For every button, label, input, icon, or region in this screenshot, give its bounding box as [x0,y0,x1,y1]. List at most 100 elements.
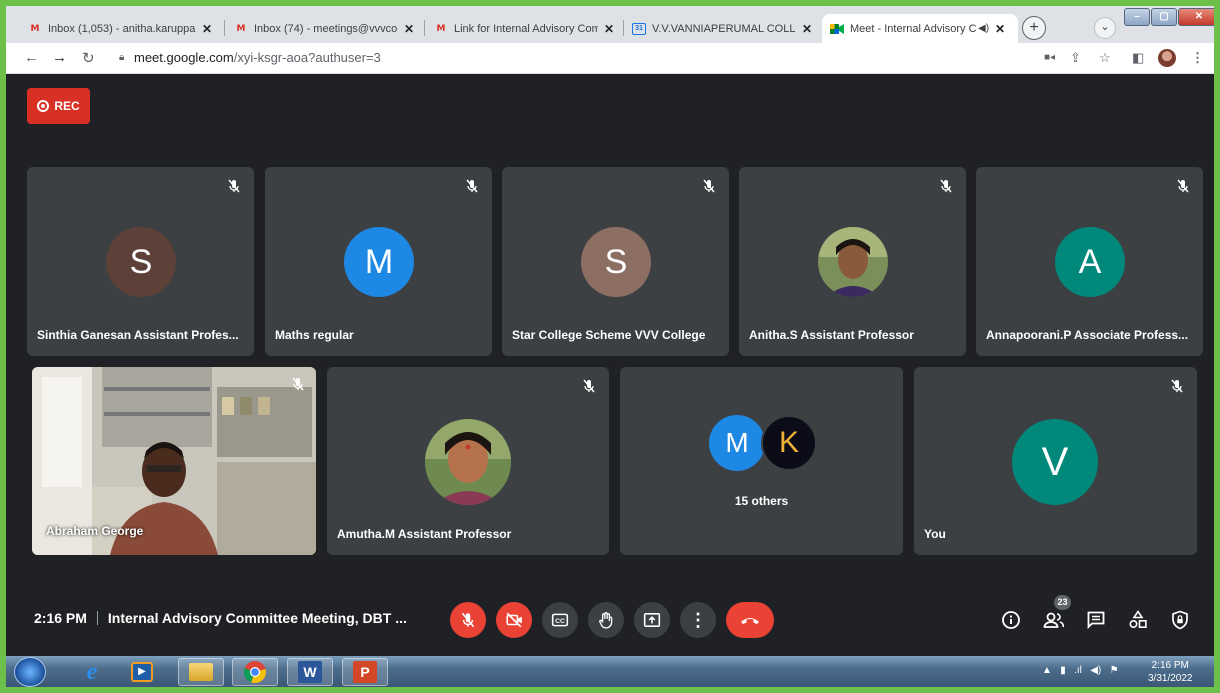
mic-off-icon [228,179,240,193]
camera-toggle-button[interactable] [496,602,532,638]
participant-tile[interactable]: Amutha.M Assistant Professor [327,367,609,555]
participant-tile[interactable]: A Annapoorani.P Associate Profess... [976,167,1203,356]
meeting-details: 2:16 PM Internal Advisory Committee Meeti… [34,610,407,626]
maximize-button[interactable]: ▢ [1151,8,1177,26]
others-tile[interactable]: M K 15 others [620,367,903,555]
close-icon[interactable]: ✕ [404,22,414,36]
close-icon[interactable]: ✕ [604,22,614,36]
mic-off-icon [703,179,715,193]
gmail-icon: M [236,23,246,34]
screen: M Inbox (1,053) - anitha.karuppa ✕ M Inb… [6,6,1214,687]
browser-toolbar: ← → ↻ 🔒︎ meet.google.com/xyi-ksgr-aoa?au… [6,43,1214,74]
reload-icon[interactable]: ↻ [82,49,95,67]
tab-title: Meet - Internal Advisory C [850,22,977,35]
chat-icon [1087,611,1105,630]
action-center-flag-icon[interactable]: ⚑ [1110,665,1119,676]
camera-off-icon [506,612,522,628]
power-icon[interactable]: ▮ [1060,665,1066,676]
meet-icon [830,23,844,35]
tab-meet[interactable]: Meet - Internal Advisory C ◀) ✕ [822,14,1018,43]
camera-icon[interactable]: ■◂ [1044,52,1055,63]
participant-tile[interactable]: M Maths regular [265,167,492,356]
volume-icon[interactable]: ◀) [1090,665,1101,676]
url-host: meet.google.com [134,50,234,65]
avatar: M [709,415,765,471]
mic-off-icon [466,179,478,193]
network-signal-icon[interactable]: .ıl [1074,665,1082,676]
host-controls-button[interactable] [1168,608,1192,632]
present-screen-button[interactable] [634,602,670,638]
captions-button[interactable]: CC [542,602,578,638]
participant-tile[interactable]: Anitha.S Assistant Professor [739,167,966,356]
avatar: M [344,227,414,297]
close-icon[interactable]: ✕ [995,22,1005,36]
people-button[interactable] [1042,608,1066,632]
minimize-button[interactable]: – [1124,8,1150,26]
explorer-icon[interactable] [178,658,224,686]
lock-icon[interactable]: 🔒︎ [119,52,124,63]
tab-inbox-anitha[interactable]: M Inbox (1,053) - anitha.karuppa ✕ [20,14,220,43]
self-tile[interactable]: V You [914,367,1197,555]
chrome-icon[interactable] [232,658,278,686]
more-vert-icon: ⋮ [689,610,707,630]
mic-off-icon [583,379,595,393]
raise-hand-button[interactable] [588,602,624,638]
close-icon[interactable]: ✕ [202,22,212,36]
side-panel-icon[interactable]: ◧ [1132,50,1144,66]
mic-off-icon [1177,179,1189,193]
tab-link-advisory[interactable]: M Link for Internal Advisory Com ✕ [426,14,622,43]
mic-off-icon [461,612,475,628]
new-tab-button[interactable]: + [1022,16,1046,40]
system-tray: ▲ ▮ .ıl ◀) ⚑ [1042,665,1119,676]
tab-title: V.V.VANNIAPERUMAL COLLEG [652,22,796,35]
meeting-info-button[interactable] [999,608,1023,632]
mic-toggle-button[interactable] [450,602,486,638]
close-window-button[interactable]: ✕ [1178,8,1214,26]
media-player-icon[interactable]: ▶ [119,658,165,686]
speaker-icon[interactable]: ◀) [978,23,989,34]
tab-calendar[interactable]: 31 V.V.VANNIAPERUMAL COLLEG ✕ [624,14,820,43]
tab-title: Inbox (1,053) - anitha.karuppa [48,22,196,35]
show-hidden-icons-icon[interactable]: ▲ [1042,665,1052,676]
address-bar[interactable]: meet.google.com/xyi-ksgr-aoa?authuser=3 [134,50,381,65]
profile-avatar[interactable] [1158,49,1176,67]
people-icon [1043,612,1065,628]
participant-name: Amutha.M Assistant Professor [337,527,512,541]
ie-icon[interactable]: e [69,658,115,686]
meeting-title[interactable]: Internal Advisory Committee Meeting, DBT… [108,610,407,626]
participant-name: You [924,527,946,541]
gmail-icon: M [30,23,40,34]
tab-search-button[interactable]: ⌄ [1094,17,1116,39]
system-clock[interactable]: 2:16 PM 3/31/2022 [1148,659,1193,685]
word-icon[interactable]: W [287,658,333,686]
activities-button[interactable] [1126,608,1150,632]
recording-badge[interactable]: REC [27,88,90,124]
avatar: S [581,227,651,297]
bookmark-star-icon[interactable]: ☆ [1099,50,1111,66]
back-icon[interactable]: ← [24,49,39,66]
participant-video-tile[interactable]: Abraham George [32,367,316,555]
start-button[interactable] [14,657,46,687]
menu-kebab-icon[interactable]: ⋮ [1191,50,1204,66]
leave-call-button[interactable] [726,602,774,638]
participant-tile[interactable]: S Sinthia Ganesan Assistant Profes... [27,167,254,356]
more-options-button[interactable]: ⋮ [680,602,716,638]
participant-name: Abraham George [46,524,144,538]
avatar: S [106,227,176,297]
tab-title: Link for Internal Advisory Com [454,22,598,35]
chat-button[interactable] [1084,608,1108,632]
close-icon[interactable]: ✕ [802,22,812,36]
participant-tile[interactable]: S Star College Scheme VVV College [502,167,729,356]
powerpoint-icon[interactable]: P [342,658,388,686]
activities-icon [1129,610,1147,629]
tab-inbox-meetings[interactable]: M Inbox (74) - meetings@vvvcoll ✕ [226,14,422,43]
share-icon[interactable]: ⇪ [1070,50,1081,66]
rec-label: REC [54,99,80,113]
calendar-icon: 31 [632,22,646,35]
mic-off-icon [1171,379,1183,393]
url-path: /xyi-ksgr-aoa?authuser=3 [233,50,381,65]
participant-name: Star College Scheme VVV College [512,328,706,342]
avatar: A [1055,227,1125,297]
svg-text:CC: CC [555,618,565,625]
forward-icon[interactable]: → [52,49,67,66]
